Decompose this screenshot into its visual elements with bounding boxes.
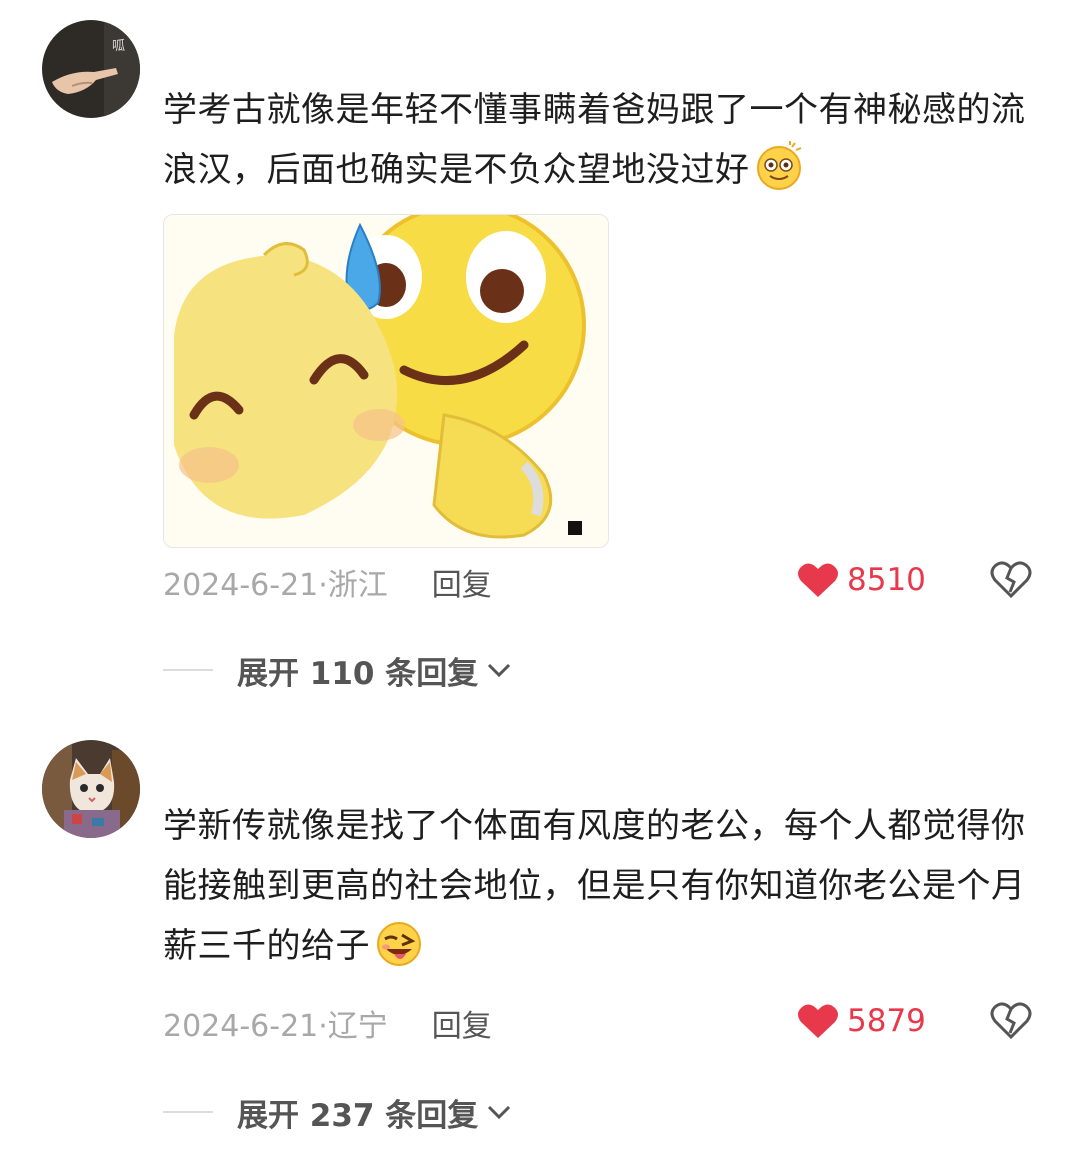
heart-icon <box>798 1004 838 1038</box>
sweat-hug-sticker-icon <box>164 215 608 547</box>
cat-avatar-icon <box>42 740 140 838</box>
avatar[interactable] <box>42 740 140 838</box>
comment-text: 学考古就像是年轻不懂事瞒着爸妈跟了一个有神秘感的流浪汉，后面也确实是不负众望地没… <box>163 90 1026 190</box>
dislike-button[interactable] <box>990 560 1032 600</box>
comment-date: 2024-6-21· <box>163 1009 328 1044</box>
comment-location: 辽宁 <box>327 1009 388 1044</box>
broken-heart-icon <box>990 1002 1032 1040</box>
broken-heart-icon <box>990 561 1032 599</box>
divider <box>163 669 213 671</box>
expand-replies-button[interactable]: 展开 110 条回复 <box>163 650 512 692</box>
comment-location: 浙江 <box>327 568 388 603</box>
reply-button[interactable]: 回复 <box>432 1009 492 1044</box>
avatar-text: 呱 <box>112 38 125 54</box>
expand-replies-button[interactable]: 展开 237 条回复 <box>163 1092 512 1134</box>
heart-icon <box>798 563 838 597</box>
dizzy-smile-emoji-icon <box>754 141 804 210</box>
chevron-down-icon <box>488 663 511 678</box>
expand-replies-label: 展开 110 条回复 <box>237 655 479 692</box>
chevron-down-icon <box>488 1105 511 1120</box>
pointing-hand-avatar-icon: 呱 <box>42 20 140 118</box>
sticker-image[interactable] <box>163 214 609 548</box>
wink-tongue-emoji-icon <box>374 917 424 986</box>
reply-button[interactable]: 回复 <box>432 568 492 603</box>
avatar[interactable]: 呱 <box>42 20 140 118</box>
like-button[interactable]: 5879 <box>797 1001 926 1041</box>
like-count: 5879 <box>847 1003 926 1039</box>
like-button[interactable]: 8510 <box>797 560 926 600</box>
comment-date: 2024-6-21· <box>163 568 328 603</box>
comment-text: 学新传就像是找了个体面有风度的老公，每个人都觉得你能接触到更高的社会地位，但是只… <box>163 806 1026 966</box>
dislike-button[interactable] <box>990 1001 1032 1041</box>
divider <box>163 1111 213 1113</box>
like-count: 8510 <box>847 562 926 598</box>
expand-replies-label: 展开 237 条回复 <box>237 1097 479 1134</box>
